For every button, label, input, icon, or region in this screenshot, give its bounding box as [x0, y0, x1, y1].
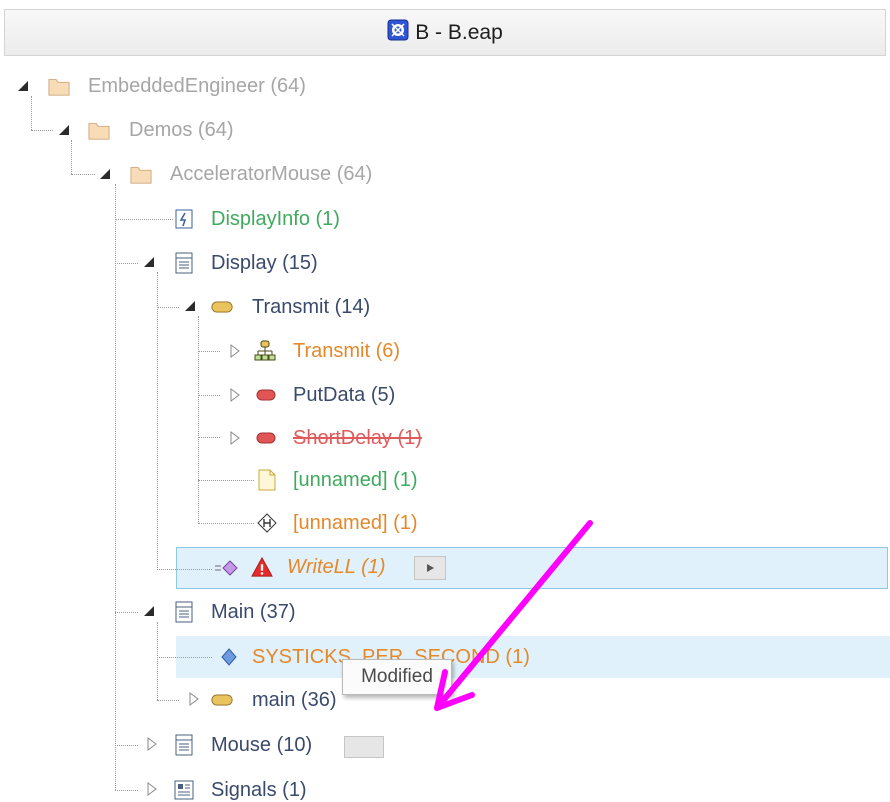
annotation-arrow	[434, 520, 593, 711]
